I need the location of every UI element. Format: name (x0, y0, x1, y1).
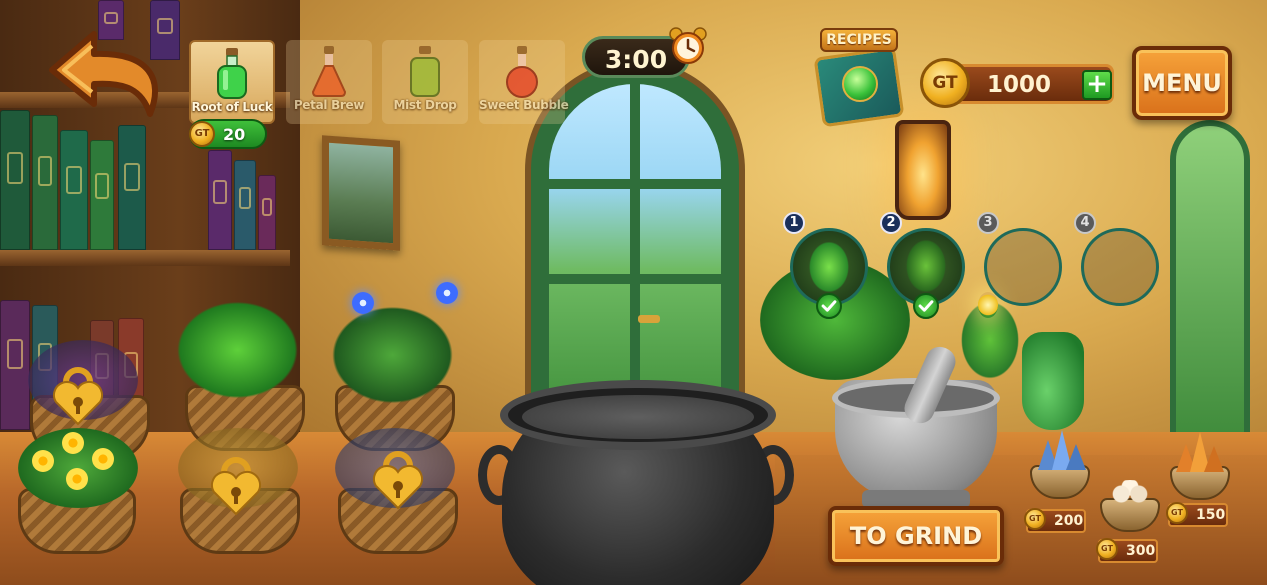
price-value: 200 (1054, 513, 1084, 529)
check-icon (816, 293, 842, 319)
book (208, 150, 232, 250)
green-vase (1022, 332, 1084, 430)
recipe-tab-label: Sweet Bubble (479, 98, 569, 112)
slot-number: 2 (880, 212, 902, 234)
potion-bottle-icon (217, 48, 247, 99)
cauldron-liquid (522, 395, 754, 439)
coin-icon: GT (1024, 508, 1046, 530)
potion-bottle-icon (410, 46, 440, 97)
book (234, 160, 256, 250)
book (118, 125, 146, 250)
recipe-cost-value: 20 (223, 125, 246, 144)
recipe-tab-root-of-luck[interactable]: Root of Luck (189, 40, 275, 124)
amber-crystal-icon (1204, 446, 1224, 472)
pearls-icon (1108, 480, 1152, 508)
glowing-bud-icon (978, 292, 998, 318)
recipe-tab-sweet-bubble[interactable]: Sweet Bubble (479, 40, 569, 124)
potion-round-flask-icon (506, 46, 538, 98)
back-button[interactable] (46, 28, 170, 120)
recipe-tab-label: Mist Drop (393, 98, 457, 112)
lock-icon[interactable] (210, 456, 262, 516)
recipe-tab-mist-drop[interactable]: Mist Drop (382, 40, 468, 124)
slot-number: 4 (1074, 212, 1096, 234)
window-bar (549, 179, 721, 189)
ingredient-slot-4[interactable] (1081, 228, 1159, 306)
check-icon (913, 293, 939, 319)
alarm-clock-icon (669, 27, 707, 64)
to-grind-button[interactable]: TO GRIND (828, 506, 1004, 566)
price-value: 150 (1196, 507, 1226, 523)
book (258, 175, 276, 250)
side-window (1170, 120, 1250, 450)
menu-button[interactable]: MENU (1132, 46, 1232, 120)
book (60, 130, 88, 250)
coin-icon: GT (920, 58, 970, 108)
door-handle (638, 315, 660, 323)
book (0, 110, 30, 250)
add-currency-button[interactable]: + (1082, 70, 1112, 100)
landscape-painting (322, 135, 400, 251)
ingredient-slot-3[interactable] (984, 228, 1062, 306)
lantern-icon (895, 120, 951, 220)
recipe-tab-petal-brew[interactable]: Petal Brew (286, 40, 372, 124)
back-arrow-icon (49, 31, 159, 117)
window-bar (630, 84, 640, 421)
yellow-flower-icon (66, 468, 88, 490)
recipe-tab-label: Petal Brew (293, 98, 365, 112)
potion-gem-icon (842, 66, 878, 102)
blue-flower-bush[interactable] (330, 305, 455, 405)
recipes-button[interactable]: RECIPES (820, 28, 898, 52)
yellow-flower-icon (92, 448, 114, 470)
blue-crystal-icon (1066, 444, 1086, 470)
herb-sprig-icon (807, 239, 851, 295)
yellow-flower-icon (62, 432, 84, 454)
book (90, 140, 114, 250)
slot-number: 1 (783, 212, 805, 234)
price-value: 300 (1126, 543, 1156, 559)
window-bar (549, 274, 721, 284)
coin-icon: GT (189, 121, 215, 147)
blue-flower-icon (436, 282, 458, 304)
slot-number: 3 (977, 212, 999, 234)
currency-balance: 1000 (987, 72, 1052, 98)
lock-icon[interactable] (52, 366, 104, 426)
lock-icon[interactable] (372, 450, 424, 510)
recipe-tab-label: Root of Luck (191, 100, 273, 114)
mint-plant[interactable] (175, 300, 300, 400)
game-scene: Root of Luck Petal Brew Mist Drop Sweet … (0, 0, 1267, 585)
yellow-flower-icon (32, 450, 54, 472)
book (0, 300, 30, 430)
potion-flask-icon (311, 46, 347, 97)
shelf-board (0, 250, 290, 266)
coin-icon: GT (1166, 502, 1188, 524)
coin-icon: GT (1096, 538, 1118, 560)
herb-sprig-icon (904, 237, 948, 295)
window-glass (549, 84, 721, 421)
blue-flower-icon (352, 292, 374, 314)
book (32, 115, 58, 250)
